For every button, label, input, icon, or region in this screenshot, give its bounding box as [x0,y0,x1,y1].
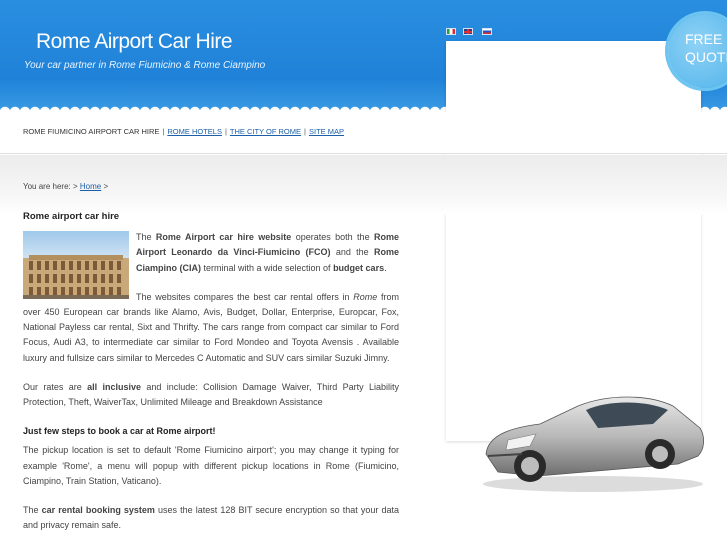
breadcrumb-prefix: You are here: > [23,182,78,191]
breadcrumb-home-link[interactable]: Home [80,182,101,191]
site-tagline: Your car partner in Rome Fiumicino & Rom… [24,60,266,71]
quote-badge-line1: FREE [685,31,723,47]
breadcrumb-band [0,155,727,215]
italian-flag-icon[interactable] [446,28,456,35]
nav-links: ROME FIUMICINO AIRPORT CAR HIRE | ROME HOT… [23,127,344,136]
silver-convertible-car-image [483,396,704,492]
quote-badge-line2: QUOTE [685,49,727,65]
nav-item-site-map[interactable]: SITE MAP [309,127,344,136]
russian-flag-icon[interactable] [482,28,492,35]
nav-separator: | [224,127,227,136]
nav-item-rome-hotels[interactable]: ROME HOTELS [167,127,222,136]
steps-heading: Just few steps to book a car at Rome air… [23,426,216,437]
colosseum-photo [23,231,129,300]
rates-paragraph: Our rates are all inclusive and include:… [23,381,399,408]
page-title: Rome airport car hire [23,211,120,222]
nav-item-city-of-rome[interactable]: THE CITY OF ROME [230,127,301,136]
main-content: Rome airport car hire The Rome Airport c… [23,209,399,545]
english-flag-icon[interactable] [463,28,473,35]
main-nav: ROME FIUMICINO AIRPORT CAR HIRE | ROME HOT… [0,112,727,154]
site-title[interactable]: Rome Airport Car Hire [36,30,233,54]
pickup-paragraph: The pickup location is set to default 'R… [23,445,399,486]
nav-separator: | [304,127,306,136]
security-paragraph: The car rental booking system uses the l… [23,505,399,531]
nav-item-airport-car-hire[interactable]: ROME FIUMICINO AIRPORT CAR HIRE [23,127,159,136]
breadcrumb-suffix: > [103,182,109,191]
brands-paragraph: The websites compares the best car renta… [23,291,399,363]
nav-separator: | [162,127,165,136]
quote-form-panel [446,41,701,441]
breadcrumb: You are here: > Home > [23,182,108,191]
